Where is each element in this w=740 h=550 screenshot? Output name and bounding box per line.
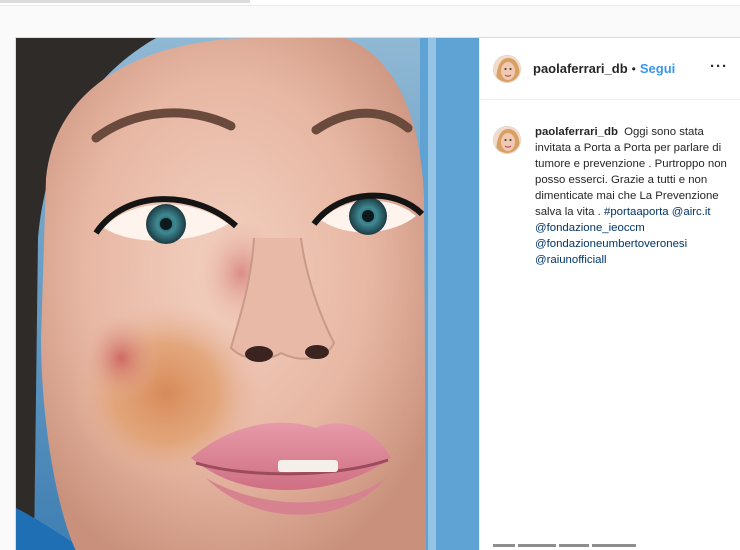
- face-photo: [16, 38, 479, 550]
- post-header: paolaferrari_db • Segui ···: [480, 38, 740, 100]
- post-caption: paolaferrari_db Oggi sono stata invitata…: [493, 124, 733, 268]
- post-image[interactable]: [16, 38, 479, 550]
- caption-mention[interactable]: @airc.it: [672, 206, 711, 218]
- avatar-photo-icon: [494, 127, 520, 153]
- browser-top-strip: [0, 0, 740, 6]
- caption-hashtag[interactable]: #portaaporta: [604, 206, 669, 218]
- caption-username[interactable]: paolaferrari_db: [535, 126, 618, 138]
- avatar-photo-icon: [494, 55, 520, 82]
- caption-mention[interactable]: @raiunofficiall: [535, 254, 607, 266]
- caption-body: Oggi sono stata invitata a Porta a Porta…: [535, 126, 727, 218]
- cut-off-footer-text: [493, 544, 673, 550]
- top-strip-bar: [0, 0, 250, 3]
- follow-button[interactable]: Segui: [640, 61, 675, 76]
- caption-text: paolaferrari_db Oggi sono stata invitata…: [535, 124, 733, 268]
- author-username[interactable]: paolaferrari_db: [533, 61, 628, 76]
- ellipsis-icon[interactable]: ···: [710, 58, 728, 75]
- header-separator: •: [631, 61, 636, 76]
- caption-mention[interactable]: @fondazioneumbertoveronesi: [535, 238, 687, 250]
- author-avatar[interactable]: [493, 54, 521, 83]
- caption-mention[interactable]: @fondazione_ieoccm: [535, 222, 645, 234]
- caption-avatar[interactable]: [493, 126, 521, 154]
- post-sidebar: paolaferrari_db • Segui ··· paolaferrari…: [479, 38, 740, 550]
- instagram-post: paolaferrari_db • Segui ··· paolaferrari…: [15, 37, 740, 550]
